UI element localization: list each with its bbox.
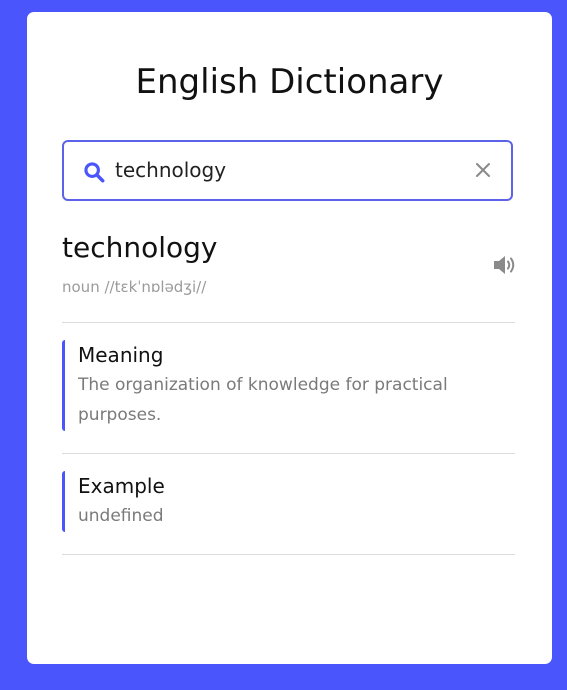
word-heading: technology <box>62 231 218 264</box>
dictionary-card: English Dictionary technology technology… <box>27 12 552 664</box>
example-text: undefined <box>78 506 164 526</box>
phonetic-text: noun //tɛkˈnɒlədʒi// <box>62 278 207 296</box>
search-box[interactable]: technology <box>62 140 513 201</box>
example-heading: Example <box>78 474 165 498</box>
speaker-icon[interactable] <box>492 254 518 276</box>
meaning-heading: Meaning <box>78 343 164 367</box>
divider <box>62 453 515 454</box>
close-icon[interactable] <box>473 160 493 180</box>
search-input[interactable]: technology <box>115 142 226 199</box>
search-icon <box>84 162 105 183</box>
divider <box>62 554 515 555</box>
divider <box>62 322 515 323</box>
page-title: English Dictionary <box>135 62 444 102</box>
meaning-section: Meaning The organization of knowledge fo… <box>62 340 515 431</box>
example-section: Example undefined <box>62 471 515 532</box>
meaning-text: The organization of knowledge for practi… <box>78 375 448 425</box>
